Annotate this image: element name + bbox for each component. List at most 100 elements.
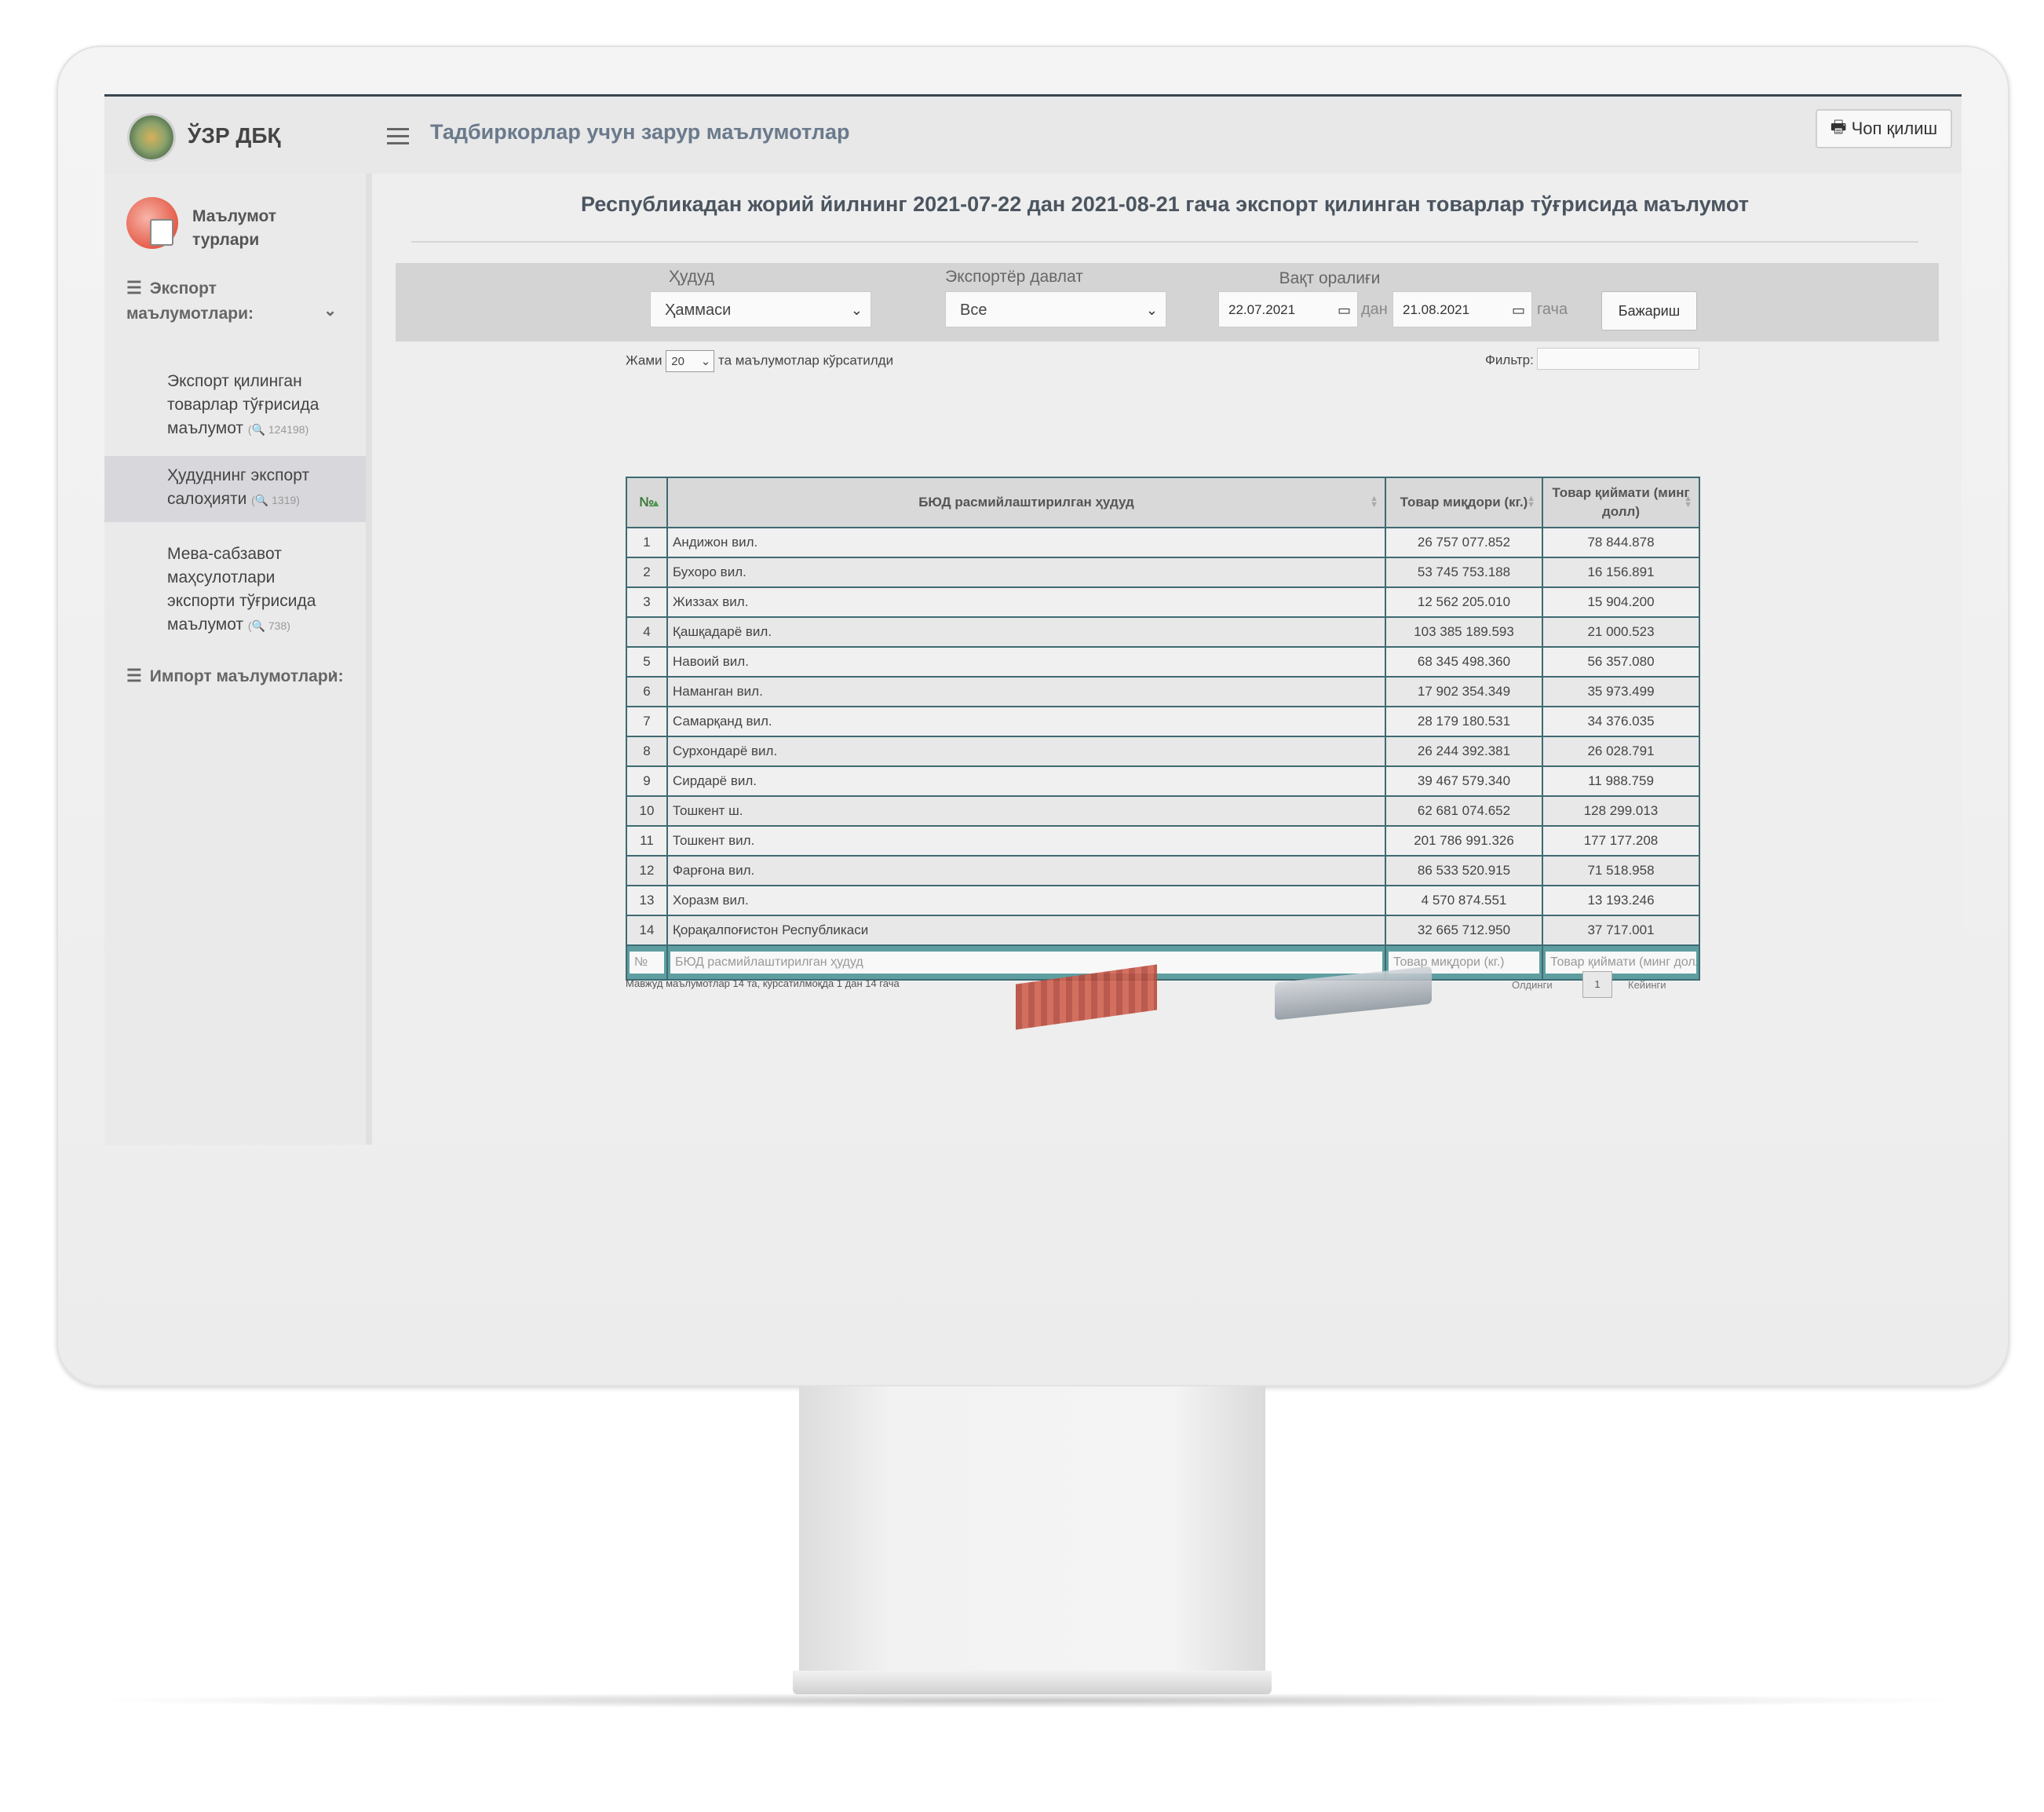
cell-region: Жиззах вил. xyxy=(666,586,1386,618)
pagination-page[interactable]: 1 xyxy=(1582,971,1612,998)
filter-label: Фильтр: xyxy=(1485,353,1534,367)
menu-toggle-icon[interactable] xyxy=(387,128,409,145)
cell-region: Наманган вил. xyxy=(666,676,1386,707)
table-row: 8 Сурхондарё вил. 26 244 392.381 26 028.791 xyxy=(626,736,1700,767)
printer-icon: 🖶 xyxy=(1830,117,1847,137)
cell-number: 1 xyxy=(626,527,668,558)
main-content: Республикадан жорий йилнинг 2021-07-22 д… xyxy=(372,174,1962,1145)
cell-region: Навоий вил. xyxy=(666,646,1386,678)
cell-value: 34 376.035 xyxy=(1542,706,1700,737)
emblem-logo xyxy=(130,115,173,159)
country-label: Экспортёр давлат xyxy=(945,268,1083,286)
submit-button[interactable]: Бажариш xyxy=(1601,291,1697,331)
page-length-value: 20 xyxy=(671,355,684,368)
cell-region: Сирдарё вил. xyxy=(666,765,1386,797)
monitor-stand-base xyxy=(793,1671,1272,1694)
sort-icon: ▲ ▼ xyxy=(1370,494,1378,510)
table-row: 6 Наманган вил. 17 902 354.349 35 973.499 xyxy=(626,676,1700,707)
show-suffix: та маълумотлар кўрсатилди xyxy=(718,353,894,368)
table-row: 14 Қорақалпоғистон Республикаси 32 665 712… xyxy=(626,915,1700,946)
print-button[interactable]: 🖶 Чоп қилиш xyxy=(1816,109,1952,148)
table-row: 7 Самарқанд вил. 28 179 180.531 34 376.035 xyxy=(626,706,1700,737)
cell-quantity: 17 902 354.349 xyxy=(1385,676,1543,707)
sort-asc-icon: ▲ xyxy=(651,497,661,509)
sidebar-group-import[interactable]: ☰ Импорт маълумотлари: › xyxy=(126,663,346,689)
region-select[interactable]: Ҳаммаси ⌄ xyxy=(650,291,871,327)
chevron-right-icon: › xyxy=(331,665,337,682)
data-table: № ▲ БЮД расмийлаштирилган ҳудуд ▲ ▼ Товар… xyxy=(626,477,1700,981)
search-count-icon: (🔍 xyxy=(247,423,268,436)
sidebar-group-import-label: Импорт маълумотлари: xyxy=(149,667,344,685)
sidebar-item-count: 124198 xyxy=(268,423,305,436)
cell-region: Андижон вил. xyxy=(666,527,1386,558)
column-header-region[interactable]: БЮД расмийлаштирилган ҳудуд ▲ ▼ xyxy=(666,477,1386,528)
cell-value: 26 028.791 xyxy=(1542,736,1700,767)
cell-value: 15 904.200 xyxy=(1542,586,1700,618)
table-row: 13 Хоразм вил. 4 570 874.551 13 193.246 xyxy=(626,885,1700,916)
sidebar-item-exported-goods[interactable]: Экспорт қилинган товарлар тўғрисида маъл… xyxy=(104,370,366,441)
list-icon: ☰ xyxy=(126,278,142,298)
pagination-previous[interactable]: Олдинги xyxy=(1512,979,1553,991)
country-select-value: Все xyxy=(960,301,987,319)
cell-region: Тошкент ш. xyxy=(666,795,1386,827)
cell-number: 6 xyxy=(626,676,668,707)
cell-region: Хоразм вил. xyxy=(666,885,1386,916)
filter-input[interactable] xyxy=(1537,348,1699,370)
sidebar-header: Маълумот турлари xyxy=(192,207,277,249)
sort-icon: ▲ ▼ xyxy=(1684,494,1692,510)
calendar-icon[interactable]: ▭ xyxy=(1338,292,1351,328)
cell-value: 177 177.208 xyxy=(1542,825,1700,857)
cell-quantity: 28 179 180.531 xyxy=(1385,706,1543,737)
column-header-quantity[interactable]: Товар миқдори (кг.) ▲ ▼ xyxy=(1385,477,1543,528)
brand-name: ЎЗР ДБҚ xyxy=(188,123,281,148)
footer-filter-number[interactable]: № xyxy=(630,952,664,974)
cell-value: 37 717.001 xyxy=(1542,915,1700,946)
sidebar-item-label: Мева-сабзавот маҳсулотлари экспорти тўғр… xyxy=(167,545,316,634)
cell-quantity: 201 786 991.326 xyxy=(1385,825,1543,857)
cell-number: 2 xyxy=(626,557,668,588)
column-header-number[interactable]: № ▲ xyxy=(626,477,668,528)
date-from-value: 22.07.2021 xyxy=(1228,302,1296,317)
calendar-icon[interactable]: ▭ xyxy=(1512,292,1525,328)
column-header-label: Товар қиймати (минг долл) xyxy=(1552,485,1690,519)
chevron-down-icon: ⌄ xyxy=(850,302,863,318)
sidebar-item-count: 1319 xyxy=(272,494,297,506)
cell-quantity: 4 570 874.551 xyxy=(1385,885,1543,916)
monitor-stand xyxy=(799,1386,1265,1672)
top-navbar: ЎЗР ДБҚ Тадбиркорлар учун зарур маълумот… xyxy=(104,97,1962,174)
cell-quantity: 39 467 579.340 xyxy=(1385,765,1543,797)
pagination-next[interactable]: Кейинги xyxy=(1628,979,1666,991)
chevron-down-icon: ⌄ xyxy=(1145,302,1158,318)
footer-filter-value[interactable]: Товар қиймати (минг долл) xyxy=(1546,952,1696,974)
table-row: 4 Қашқадарё вил. 103 385 189.593 21 000.523 xyxy=(626,616,1700,648)
cell-number: 5 xyxy=(626,646,668,678)
page-length-select[interactable]: 20 ⌄ xyxy=(666,350,715,372)
sidebar-item-fruit-veg-export[interactable]: Мева-сабзавот маҳсулотлари экспорти тўғр… xyxy=(104,543,366,637)
date-from-input[interactable]: 22.07.2021 ▭ xyxy=(1218,291,1358,327)
cell-region: Сурхондарё вил. xyxy=(666,736,1386,767)
app-title: Тадбиркорлар учун зарур маълумотлар xyxy=(430,120,850,144)
sort-icon: ▲ ▼ xyxy=(1527,494,1535,510)
cell-quantity: 86 533 520.915 xyxy=(1385,855,1543,886)
cell-number: 9 xyxy=(626,765,668,797)
page-heading: Республикадан жорий йилнинг 2021-07-22 д… xyxy=(581,192,1749,216)
date-to-input[interactable]: 21.08.2021 ▭ xyxy=(1392,291,1532,327)
column-header-value[interactable]: Товар қиймати (минг долл) ▲ ▼ xyxy=(1542,477,1700,528)
footer-filter-region[interactable]: БЮД расмийлаштирилган ҳудуд xyxy=(670,952,1382,974)
sidebar-item-export-potential[interactable]: Ҳудуднинг экспорт салоҳияти (🔍 1319) xyxy=(104,456,366,522)
table-row: 12 Фарғона вил. 86 533 520.915 71 518.958 xyxy=(626,855,1700,886)
cell-quantity: 32 665 712.950 xyxy=(1385,915,1543,946)
cell-region: Тошкент вил. xyxy=(666,825,1386,857)
table-row: 3 Жиззах вил. 12 562 205.010 15 904.200 xyxy=(626,586,1700,618)
cell-number: 3 xyxy=(626,586,668,618)
cell-quantity: 68 345 498.360 xyxy=(1385,646,1543,678)
cell-value: 11 988.759 xyxy=(1542,765,1700,797)
print-button-label: Чоп қилиш xyxy=(1851,119,1938,138)
cell-value: 21 000.523 xyxy=(1542,616,1700,648)
cell-region: Қорақалпоғистон Республикаси xyxy=(666,915,1386,946)
country-select[interactable]: Все ⌄ xyxy=(945,291,1166,327)
cell-quantity: 103 385 189.593 xyxy=(1385,616,1543,648)
sidebar-group-export[interactable]: ☰ Экспорт маълумотлари: ⌄ xyxy=(126,276,346,327)
table-row: 11 Тошкент вил. 201 786 991.326 177 177.208 xyxy=(626,825,1700,857)
table-row: 5 Навоий вил. 68 345 498.360 56 357.080 xyxy=(626,646,1700,678)
